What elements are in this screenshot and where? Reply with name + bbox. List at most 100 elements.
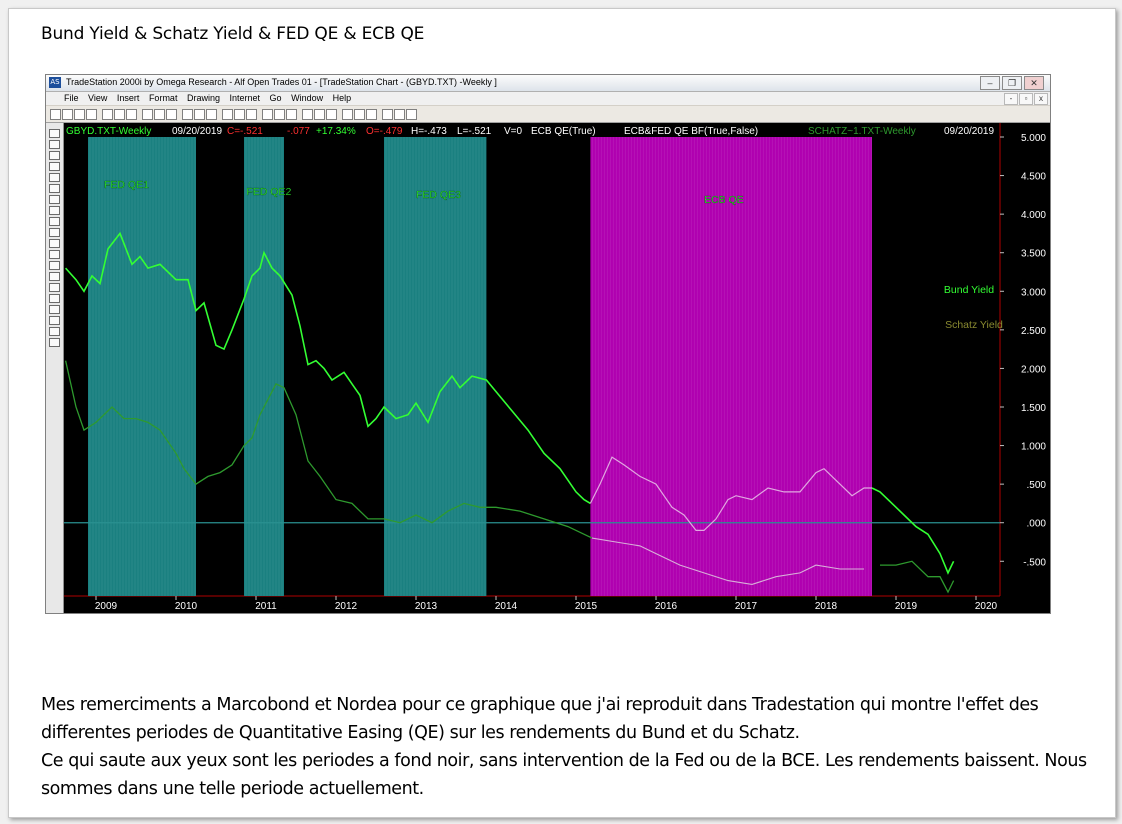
toolbar-button-5[interactable] [102, 109, 113, 120]
chart-header-close: C=-.521 [227, 126, 263, 137]
toolbar-button-15[interactable] [234, 109, 245, 120]
doc-close-icon[interactable]: x [1034, 93, 1048, 105]
menu-go[interactable]: Go [270, 93, 282, 103]
drawing-tool-8[interactable] [49, 206, 60, 215]
drawing-tool-20[interactable] [49, 338, 60, 347]
toolbar-button-19[interactable] [286, 109, 297, 120]
toolbar-button-11[interactable] [182, 109, 193, 120]
qe-band-3 [384, 137, 487, 596]
menu-drawing[interactable]: Drawing [187, 93, 220, 103]
drawing-tool-15[interactable] [49, 283, 60, 292]
document-title: Bund Yield & Schatz Yield & FED QE & ECB… [41, 24, 425, 44]
drawing-tool-19[interactable] [49, 327, 60, 336]
x-tick-label-2011: 2011 [255, 601, 277, 612]
menu-insert[interactable]: Insert [117, 93, 140, 103]
drawing-tool-3[interactable] [49, 151, 60, 160]
y-tick-label-3: 4.000 [1021, 210, 1046, 221]
toolbar-button-20[interactable] [302, 109, 313, 120]
toolbar-button-4[interactable] [86, 109, 97, 120]
drawing-tool-14[interactable] [49, 272, 60, 281]
chart-header-ind1: ECB QE(True) [531, 126, 596, 137]
chart-header-volume: V=0 [504, 126, 523, 137]
toolbar-button-25[interactable] [366, 109, 377, 120]
drawing-tool-16[interactable] [49, 294, 60, 303]
y-tick-label-12: -.500 [1023, 557, 1046, 568]
y-tick-label-2: 4.500 [1021, 172, 1046, 183]
qe-band-label-3: FED QE3 [416, 189, 461, 201]
y-tick-label-4: 3.500 [1021, 249, 1046, 260]
drawing-toolbar [46, 123, 64, 613]
menu-file[interactable]: File [64, 93, 79, 103]
toolbar-button-2[interactable] [62, 109, 73, 120]
toolbar-button-17[interactable] [262, 109, 273, 120]
y-tick-label-11: .000 [1027, 519, 1047, 530]
drawing-tool-17[interactable] [49, 305, 60, 314]
toolbar-button-9[interactable] [154, 109, 165, 120]
toolbar-button-22[interactable] [326, 109, 337, 120]
drawing-tool-4[interactable] [49, 162, 60, 171]
chart-header-symbol2: SCHATZ~1.TXT-Weekly [808, 126, 916, 137]
x-tick-label-2017: 2017 [735, 601, 758, 612]
chart-header-date: 09/20/2019 [172, 126, 222, 137]
x-tick-label-2016: 2016 [655, 601, 678, 612]
chart-header-change: -.077 [287, 126, 310, 137]
menu-view[interactable]: View [88, 93, 107, 103]
toolbar-button-8[interactable] [142, 109, 153, 120]
drawing-tool-9[interactable] [49, 217, 60, 226]
chart-background [64, 123, 1050, 613]
commentary: Mes remerciments a Marcobond et Nordea p… [41, 691, 1109, 803]
qe-band-label-2: FED QE2 [246, 186, 291, 198]
restore-icon[interactable]: ❐ [1002, 76, 1022, 90]
legend-bund: Bund Yield [944, 284, 994, 296]
toolbar-button-10[interactable] [166, 109, 177, 120]
x-tick-label-2019: 2019 [895, 601, 918, 612]
tradestation-window: AS TradeStation 2000i by Omega Research … [45, 74, 1051, 614]
toolbar-button-14[interactable] [222, 109, 233, 120]
toolbar [46, 106, 1050, 123]
y-tick-label-5: 3.000 [1021, 287, 1046, 298]
y-tick-label-10: .500 [1027, 480, 1047, 491]
toolbar-button-16[interactable] [246, 109, 257, 120]
drawing-tool-18[interactable] [49, 316, 60, 325]
drawing-tool-6[interactable] [49, 184, 60, 193]
close-icon[interactable]: ✕ [1024, 76, 1044, 90]
toolbar-button-28[interactable] [406, 109, 417, 120]
y-tick-label-8: 1.500 [1021, 403, 1046, 414]
toolbar-button-3[interactable] [74, 109, 85, 120]
x-tick-label-2018: 2018 [815, 601, 838, 612]
toolbar-button-13[interactable] [206, 109, 217, 120]
menu-help[interactable]: Help [333, 93, 352, 103]
x-tick-label-2013: 2013 [415, 601, 438, 612]
doc-minimize-icon[interactable]: - [1004, 93, 1018, 105]
toolbar-button-1[interactable] [50, 109, 61, 120]
menu-bar: File View Insert Format Drawing Internet… [46, 92, 1050, 105]
drawing-tool-7[interactable] [49, 195, 60, 204]
toolbar-button-18[interactable] [274, 109, 285, 120]
menu-window[interactable]: Window [291, 93, 323, 103]
x-tick-label-2010: 2010 [175, 601, 198, 612]
x-tick-label-2014: 2014 [495, 601, 518, 612]
doc-restore-icon[interactable]: ▫ [1019, 93, 1033, 105]
chart: FED QE1 FED QE2 FED QE3 ECB QE 5.000 4.500 4.0… [64, 123, 1050, 613]
chart-header-date2: 09/20/2019 [944, 126, 994, 137]
toolbar-button-26[interactable] [382, 109, 393, 120]
drawing-tool-12[interactable] [49, 250, 60, 259]
toolbar-button-23[interactable] [342, 109, 353, 120]
menu-format[interactable]: Format [149, 93, 178, 103]
toolbar-button-12[interactable] [194, 109, 205, 120]
drawing-tool-5[interactable] [49, 173, 60, 182]
drawing-tool-2[interactable] [49, 140, 60, 149]
toolbar-button-24[interactable] [354, 109, 365, 120]
toolbar-button-6[interactable] [114, 109, 125, 120]
menu-internet[interactable]: Internet [230, 93, 261, 103]
drawing-tool-13[interactable] [49, 261, 60, 270]
drawing-tool-1[interactable] [49, 129, 60, 138]
minimize-icon[interactable]: – [980, 76, 1000, 90]
drawing-tool-10[interactable] [49, 228, 60, 237]
qe-band-label-4: ECB QE [704, 194, 744, 206]
toolbar-button-7[interactable] [126, 109, 137, 120]
chart-header-high: H=-.473 [411, 126, 447, 137]
toolbar-button-27[interactable] [394, 109, 405, 120]
drawing-tool-11[interactable] [49, 239, 60, 248]
toolbar-button-21[interactable] [314, 109, 325, 120]
